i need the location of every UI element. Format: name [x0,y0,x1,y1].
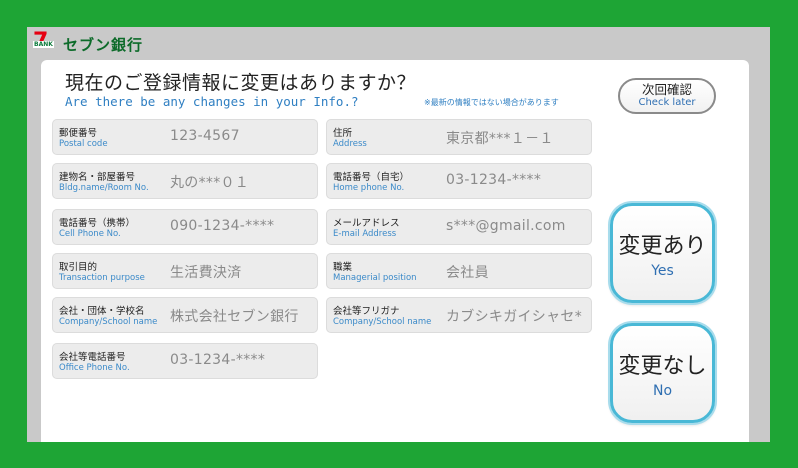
field-email: メールアドレス E-mail Address s***@gmail.com [326,209,592,245]
page-title: 現在のご登録情報に変更はありますか？ [65,72,417,94]
changes-yes-button[interactable]: 変更あり Yes [610,203,715,303]
field-postal-code: 郵便番号 Postal code 123-4567 [52,119,318,155]
changes-no-button[interactable]: 変更なし No [610,323,715,423]
field-cell-phone: 電話番号（携帯） Cell Phone No. 090-1234-**** [52,209,318,245]
info-panel: 現在のご登録情報に変更はありますか？ Are there be any chan… [41,60,749,442]
field-office-phone: 会社等電話番号 Office Phone No. 03-1234-**** [52,343,318,379]
field-home-phone: 電話番号（自宅） Home phone No. 03-1234-**** [326,163,592,199]
field-building-room: 建物名・部屋番号 Bldg.name/Room No. 丸の***０１ [52,163,318,199]
brand-logo: 7 BANK セブン銀行 [33,31,144,55]
field-company-name: 会社・団体・学校名 Company/School name 株式会社セブン銀行 [52,297,318,333]
field-company-furigana: 会社等フリガナ Company/School name カブシキガイシャセ* [326,297,592,333]
notice-text: ※最新の情報ではない場合があります [424,98,559,107]
page-title-en: Are there be any changes in your Info.? [65,94,359,109]
atm-screen: 7 BANK セブン銀行 現在のご登録情報に変更はありますか？ Are ther… [27,27,770,442]
field-address: 住所 Address 東京都***１－１ [326,119,592,155]
field-occupation: 職業 Managerial position 会社員 [326,253,592,289]
brand-name: セブン銀行 [63,35,144,54]
field-transaction-purpose: 取引目的 Transaction purpose 生活費決済 [52,253,318,289]
check-later-button[interactable]: 次回確認 Check later [618,78,716,114]
seven-bank-mark-icon: 7 BANK [33,31,54,53]
